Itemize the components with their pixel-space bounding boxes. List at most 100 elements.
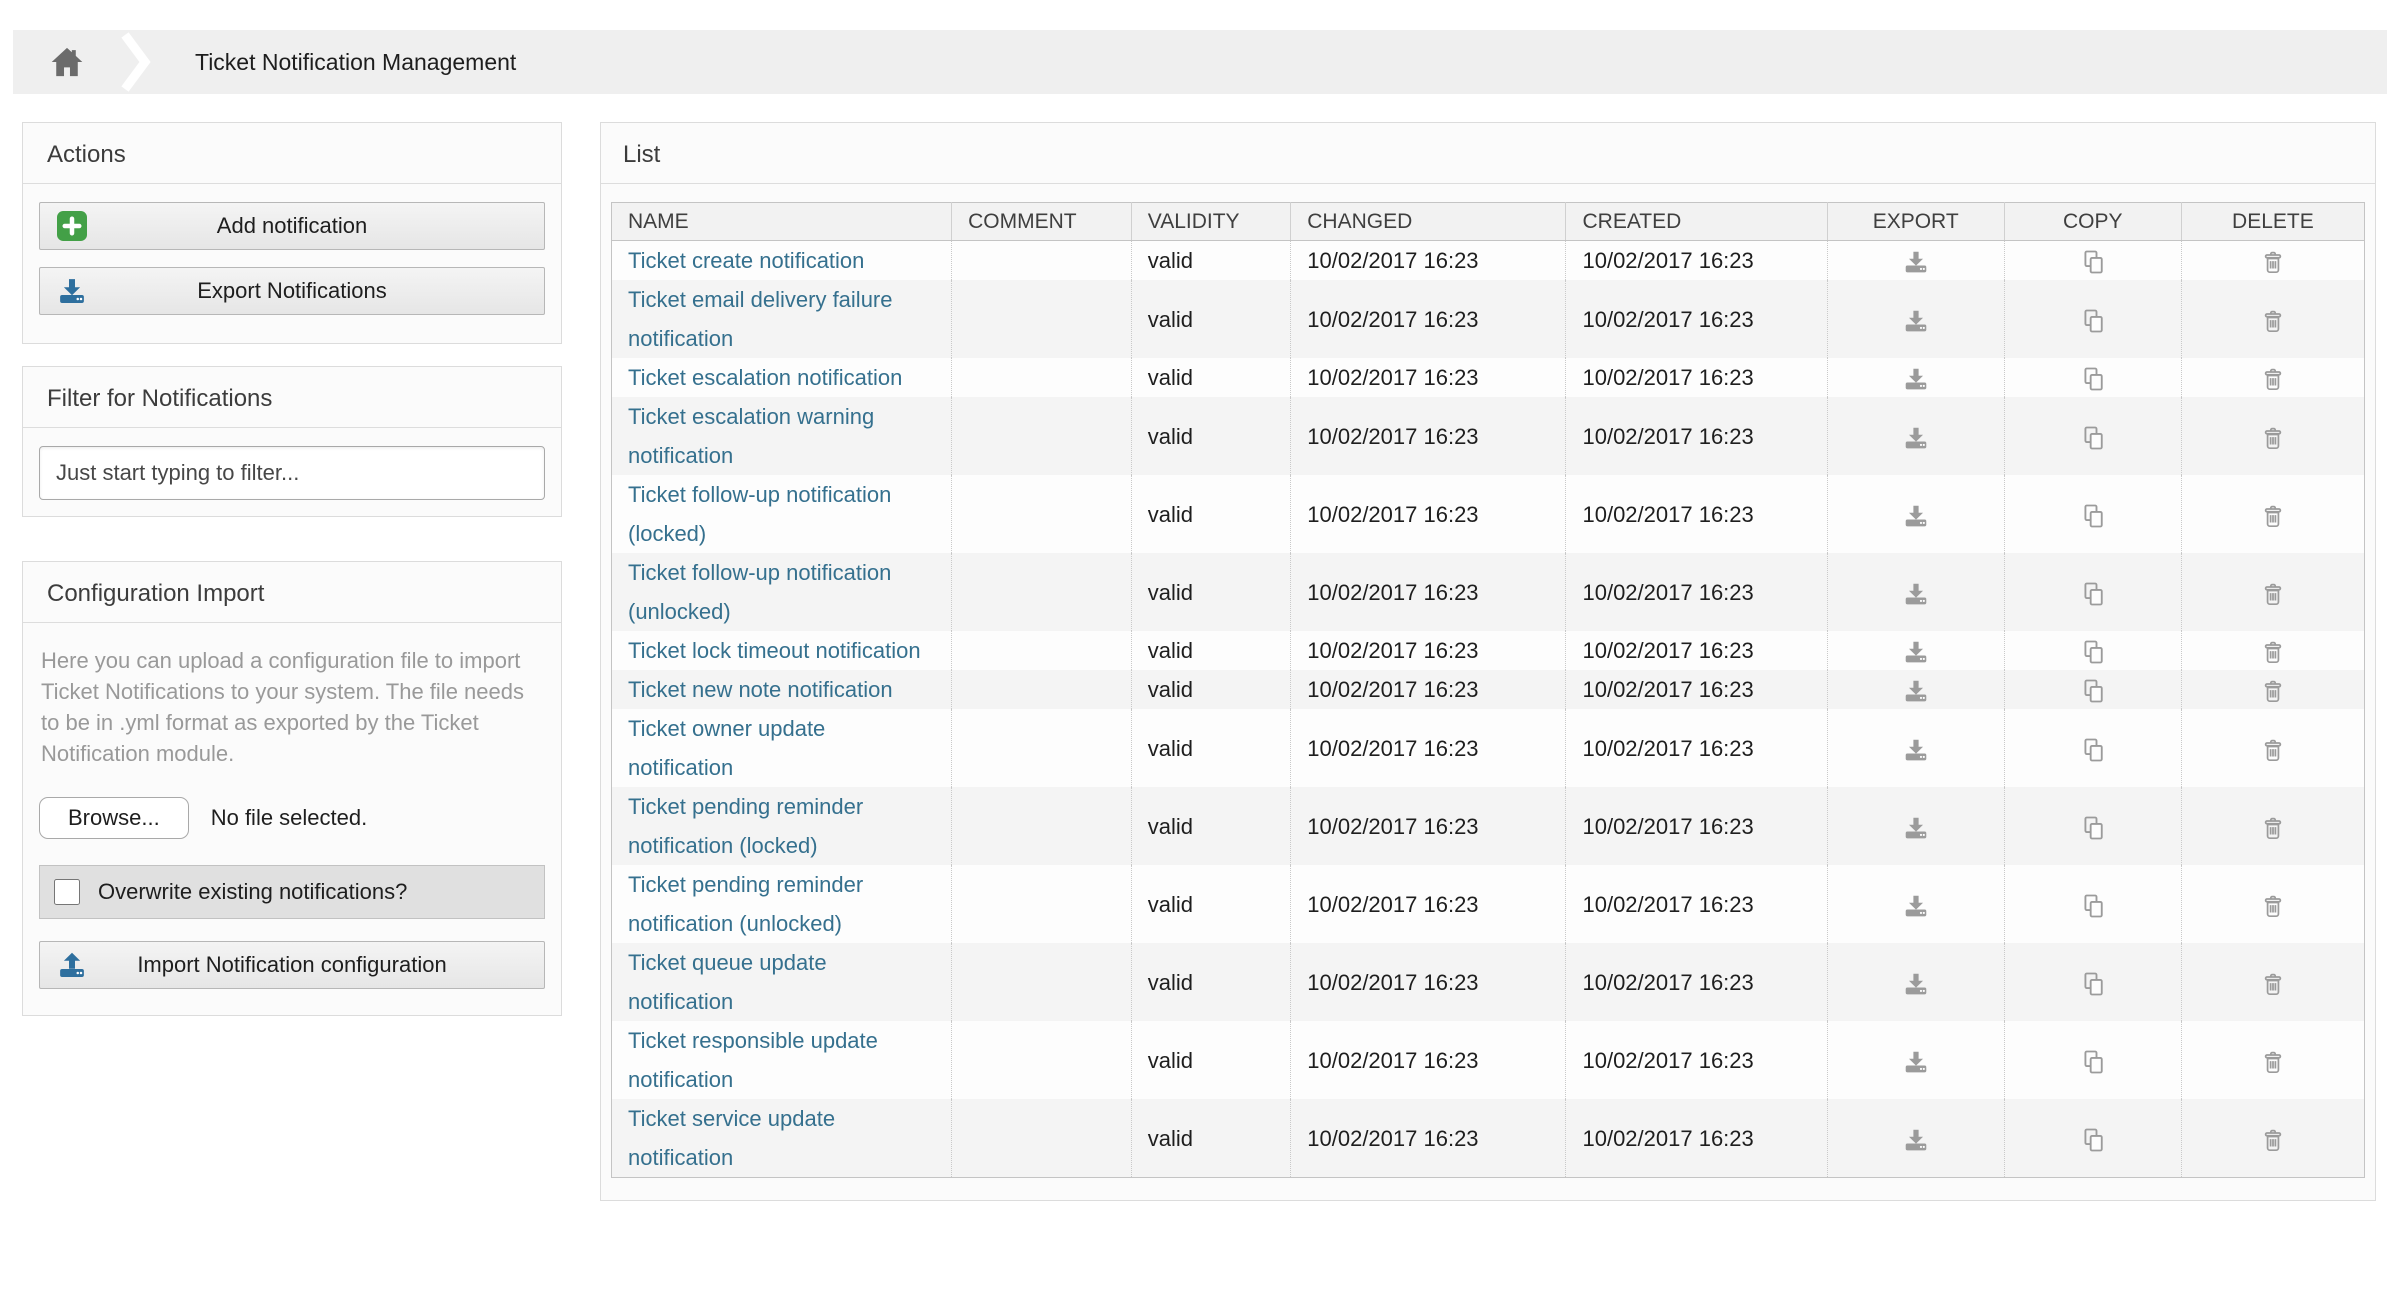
copy-icon[interactable] bbox=[2078, 364, 2108, 394]
copy-icon[interactable] bbox=[2078, 676, 2108, 706]
import-notification-configuration-button[interactable]: Import Notification configuration bbox=[39, 941, 545, 989]
trash-icon[interactable] bbox=[2258, 579, 2288, 609]
trash-icon[interactable] bbox=[2258, 306, 2288, 336]
export-download-icon[interactable] bbox=[1901, 1047, 1931, 1077]
notification-name-link[interactable]: Ticket responsible update notification bbox=[628, 1028, 878, 1092]
copy-icon[interactable] bbox=[2078, 579, 2108, 609]
comment-cell bbox=[952, 475, 1132, 553]
copy-icon[interactable] bbox=[2078, 247, 2108, 277]
home-button[interactable] bbox=[13, 46, 121, 78]
copy-icon[interactable] bbox=[2078, 735, 2108, 765]
changed-cell: 10/02/2017 16:23 bbox=[1291, 475, 1566, 553]
trash-icon[interactable] bbox=[2258, 813, 2288, 843]
notification-name-link[interactable]: Ticket owner update notification bbox=[628, 716, 825, 780]
copy-icon[interactable] bbox=[2078, 969, 2108, 999]
export-download-icon[interactable] bbox=[1901, 637, 1931, 667]
table-row: Ticket queue update notification valid 1… bbox=[612, 943, 2365, 1021]
upload-icon bbox=[56, 949, 88, 981]
trash-icon[interactable] bbox=[2258, 423, 2288, 453]
export-download-icon[interactable] bbox=[1901, 501, 1931, 531]
validity-cell: valid bbox=[1131, 1099, 1291, 1178]
export-download-icon[interactable] bbox=[1901, 891, 1931, 921]
col-header-name: NAME bbox=[612, 203, 952, 241]
created-cell: 10/02/2017 16:23 bbox=[1566, 475, 1827, 553]
browse-button[interactable]: Browse... bbox=[39, 797, 189, 839]
table-row: Ticket escalation warning notification v… bbox=[612, 397, 2365, 475]
trash-icon[interactable] bbox=[2258, 969, 2288, 999]
actions-panel: Actions Add notification bbox=[22, 122, 562, 344]
trash-icon[interactable] bbox=[2258, 247, 2288, 277]
changed-cell: 10/02/2017 16:23 bbox=[1291, 787, 1566, 865]
validity-cell: valid bbox=[1131, 709, 1291, 787]
trash-icon[interactable] bbox=[2258, 1047, 2288, 1077]
copy-icon[interactable] bbox=[2078, 1125, 2108, 1155]
actions-panel-title: Actions bbox=[23, 123, 561, 184]
col-header-copy: COPY bbox=[2004, 203, 2181, 241]
trash-icon[interactable] bbox=[2258, 637, 2288, 667]
notification-name-link[interactable]: Ticket escalation warning notification bbox=[628, 404, 874, 468]
notification-name-link[interactable]: Ticket pending reminder notification (lo… bbox=[628, 794, 863, 858]
trash-icon[interactable] bbox=[2258, 891, 2288, 921]
notification-name-link[interactable]: Ticket lock timeout notification bbox=[628, 638, 921, 663]
copy-icon[interactable] bbox=[2078, 423, 2108, 453]
notification-name-link[interactable]: Ticket queue update notification bbox=[628, 950, 827, 1014]
comment-cell bbox=[952, 865, 1132, 943]
export-download-icon[interactable] bbox=[1901, 306, 1931, 336]
export-download-icon[interactable] bbox=[1901, 364, 1931, 394]
overwrite-checkbox[interactable] bbox=[54, 879, 80, 905]
page-title: Ticket Notification Management bbox=[195, 49, 516, 76]
copy-icon[interactable] bbox=[2078, 637, 2108, 667]
notification-name-link[interactable]: Ticket escalation notification bbox=[628, 365, 902, 390]
validity-cell: valid bbox=[1131, 943, 1291, 1021]
notification-name-link[interactable]: Ticket follow-up notification (unlocked) bbox=[628, 560, 891, 624]
table-row: Ticket pending reminder notification (un… bbox=[612, 865, 2365, 943]
export-download-icon[interactable] bbox=[1901, 676, 1931, 706]
trash-icon[interactable] bbox=[2258, 501, 2288, 531]
created-cell: 10/02/2017 16:23 bbox=[1566, 865, 1827, 943]
notification-name-link[interactable]: Ticket create notification bbox=[628, 248, 864, 273]
trash-icon[interactable] bbox=[2258, 735, 2288, 765]
notification-name-link[interactable]: Ticket follow-up notification (locked) bbox=[628, 482, 891, 546]
validity-cell: valid bbox=[1131, 397, 1291, 475]
export-download-icon[interactable] bbox=[1901, 423, 1931, 453]
export-download-icon[interactable] bbox=[1901, 247, 1931, 277]
filter-input[interactable] bbox=[39, 446, 545, 500]
comment-cell bbox=[952, 358, 1132, 397]
table-row: Ticket follow-up notification (locked) v… bbox=[612, 475, 2365, 553]
export-download-icon[interactable] bbox=[1901, 813, 1931, 843]
comment-cell bbox=[952, 280, 1132, 358]
export-download-icon[interactable] bbox=[1901, 1125, 1931, 1155]
export-notifications-button[interactable]: Export Notifications bbox=[39, 267, 545, 315]
export-download-icon[interactable] bbox=[1901, 969, 1931, 999]
export-download-icon[interactable] bbox=[1901, 579, 1931, 609]
created-cell: 10/02/2017 16:23 bbox=[1566, 397, 1827, 475]
notification-name-link[interactable]: Ticket new note notification bbox=[628, 677, 893, 702]
trash-icon[interactable] bbox=[2258, 364, 2288, 394]
filter-panel: Filter for Notifications bbox=[22, 366, 562, 517]
copy-icon[interactable] bbox=[2078, 1047, 2108, 1077]
add-notification-button[interactable]: Add notification bbox=[39, 202, 545, 250]
validity-cell: valid bbox=[1131, 787, 1291, 865]
comment-cell bbox=[952, 1021, 1132, 1099]
copy-icon[interactable] bbox=[2078, 306, 2108, 336]
notification-name-link[interactable]: Ticket email delivery failure notificati… bbox=[628, 287, 893, 351]
notification-name-link[interactable]: Ticket service update notification bbox=[628, 1106, 835, 1170]
notification-name-link[interactable]: Ticket pending reminder notification (un… bbox=[628, 872, 863, 936]
changed-cell: 10/02/2017 16:23 bbox=[1291, 1099, 1566, 1178]
copy-icon[interactable] bbox=[2078, 813, 2108, 843]
trash-icon[interactable] bbox=[2258, 1125, 2288, 1155]
comment-cell bbox=[952, 709, 1132, 787]
configuration-import-description: Here you can upload a configuration file… bbox=[39, 645, 545, 769]
table-row: Ticket pending reminder notification (lo… bbox=[612, 787, 2365, 865]
copy-icon[interactable] bbox=[2078, 891, 2108, 921]
changed-cell: 10/02/2017 16:23 bbox=[1291, 241, 1566, 281]
table-row: Ticket email delivery failure notificati… bbox=[612, 280, 2365, 358]
trash-icon[interactable] bbox=[2258, 676, 2288, 706]
col-header-delete: DELETE bbox=[2181, 203, 2364, 241]
validity-cell: valid bbox=[1131, 553, 1291, 631]
list-panel: List NAME COMMENT VALIDITY CHANGED CREAT… bbox=[600, 122, 2376, 1201]
export-download-icon[interactable] bbox=[1901, 735, 1931, 765]
copy-icon[interactable] bbox=[2078, 501, 2108, 531]
comment-cell bbox=[952, 787, 1132, 865]
table-row: Ticket service update notification valid… bbox=[612, 1099, 2365, 1178]
